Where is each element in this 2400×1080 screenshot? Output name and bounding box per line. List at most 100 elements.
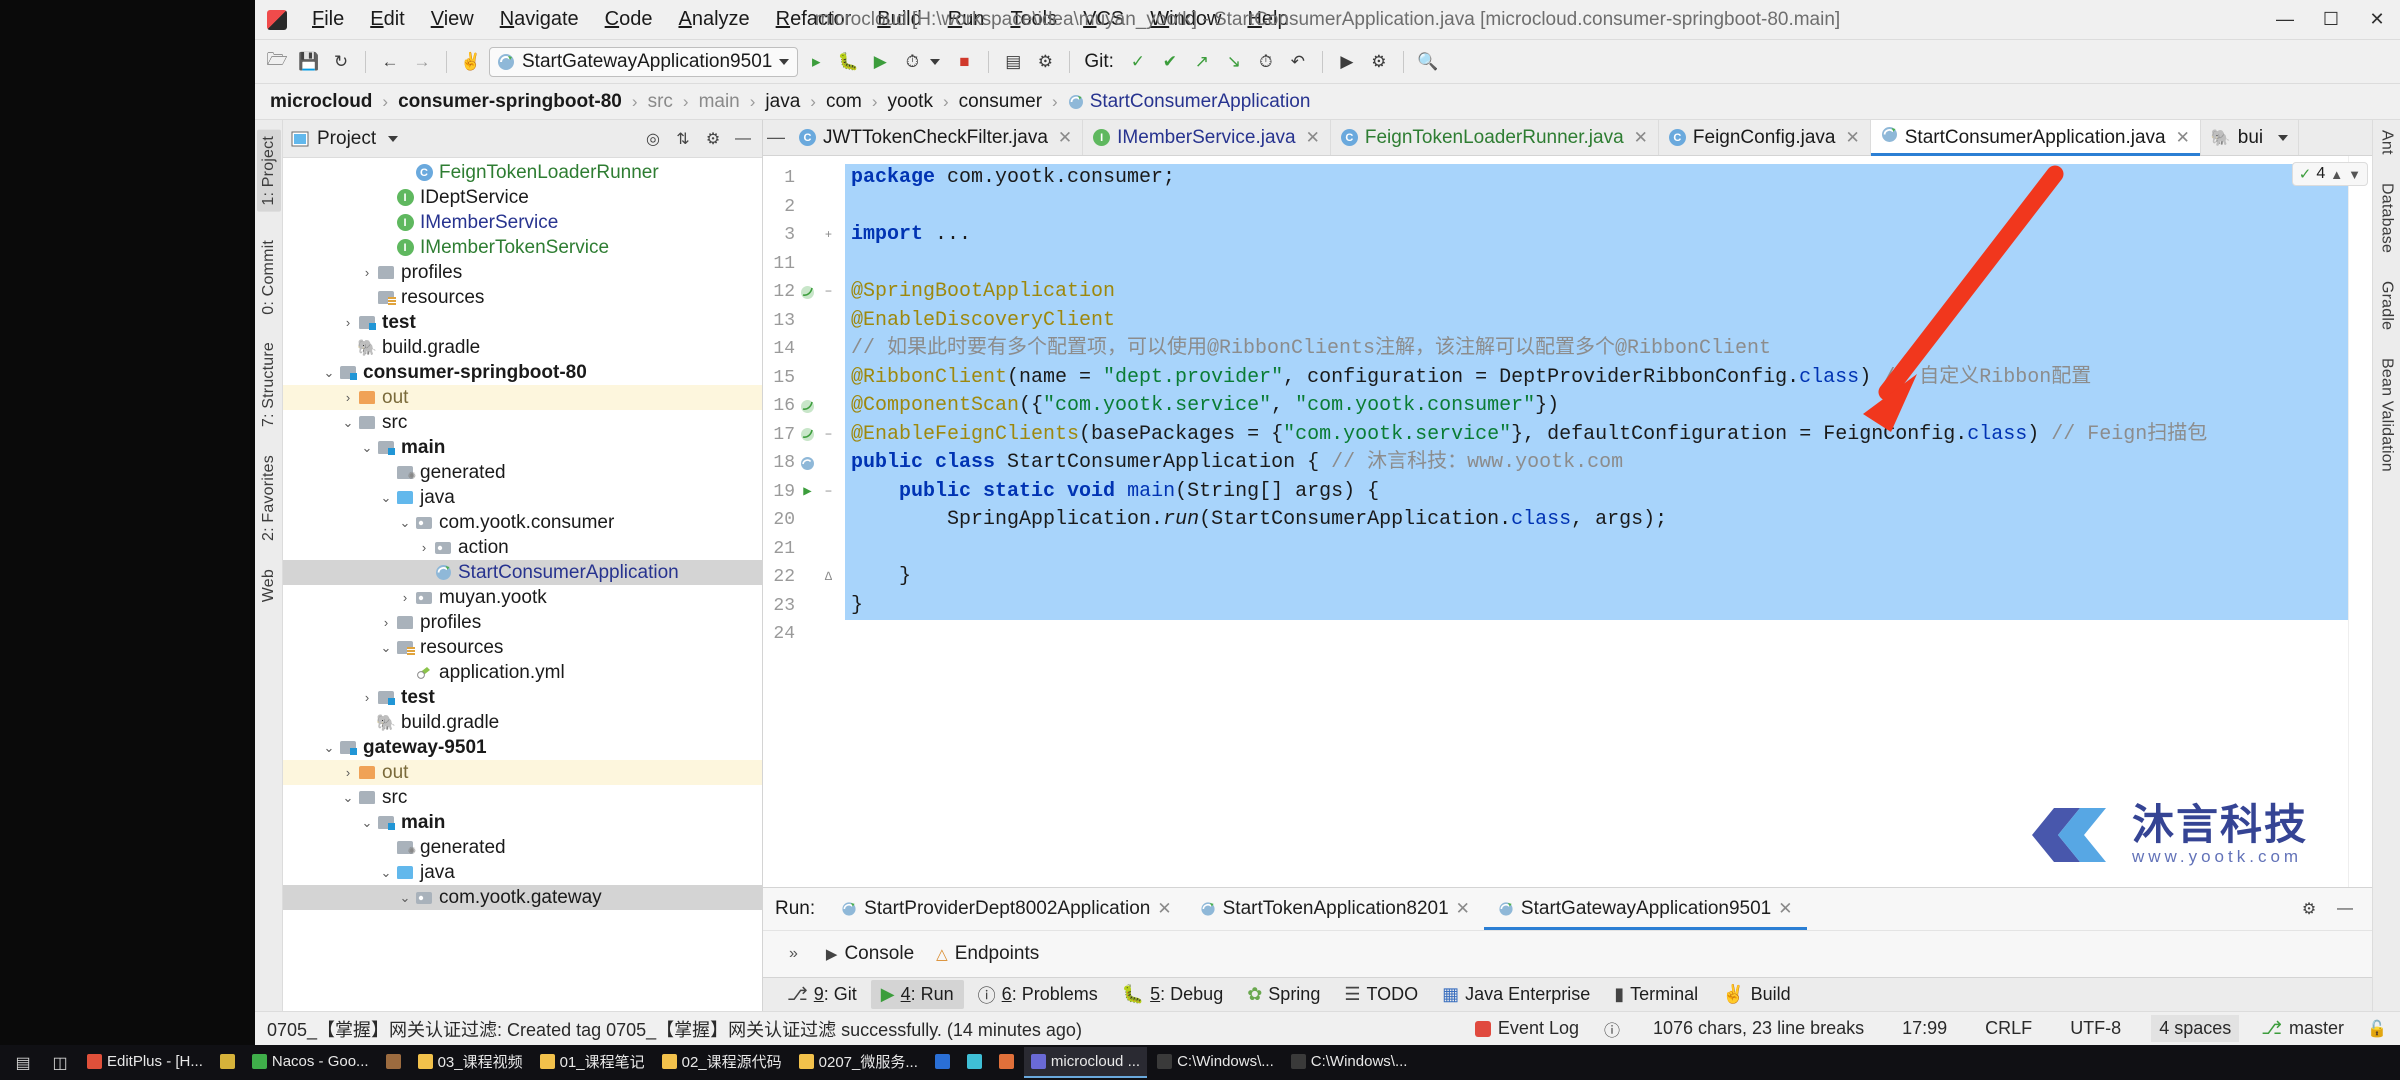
tool-window-todo[interactable]: ☰ TODO xyxy=(1334,980,1428,1009)
tool-window-9-git[interactable]: ⎇ 9: Git xyxy=(777,980,867,1009)
task-view-icon[interactable]: ◫ xyxy=(43,1053,77,1073)
code-line[interactable]: import ... xyxy=(845,221,2348,250)
tree-node[interactable]: resources xyxy=(283,285,762,310)
editor-tab-imemberservice-java[interactable]: I IMemberService.java ✕ xyxy=(1083,120,1331,155)
menu-item-tools[interactable]: Tools xyxy=(997,4,1070,35)
chevron-right-icon[interactable]: › xyxy=(340,765,356,780)
rollback-icon[interactable]: ↶ xyxy=(1284,48,1312,76)
gear-icon[interactable]: ⚙ xyxy=(702,128,724,150)
taskbar-item-0[interactable]: EditPlus - [H... xyxy=(80,1047,210,1078)
chevron-right-icon[interactable]: › xyxy=(378,615,394,630)
taskbar-item-5[interactable]: 01_课程笔记 xyxy=(533,1047,652,1078)
caret-position[interactable]: 17:99 xyxy=(1894,1015,1955,1042)
code-line[interactable]: } xyxy=(845,591,2348,620)
plugins-icon[interactable]: ⚙ xyxy=(1365,48,1393,76)
tool-window-5-debug[interactable]: 🐛 5: Debug xyxy=(1112,980,1233,1009)
close-tab-icon[interactable]: ✕ xyxy=(1306,128,1320,148)
taskbar-item-1[interactable] xyxy=(213,1047,242,1078)
editor-tab-startconsumerapplication-java[interactable]: StartConsumerApplication.java ✕ xyxy=(1870,120,2201,156)
close-button[interactable]: ✕ xyxy=(2354,0,2400,40)
chevron-right-icon[interactable]: › xyxy=(397,590,413,605)
tree-node[interactable]: C FeignTokenLoaderRunner xyxy=(283,160,762,185)
menu-item-analyze[interactable]: Analyze xyxy=(665,4,762,35)
gutter-line[interactable]: 16 xyxy=(763,392,845,421)
taskbar-item-13[interactable]: C:\Windows\... xyxy=(1284,1047,1415,1078)
tree-node[interactable]: › muyan.yootk xyxy=(283,585,762,610)
error-stripe[interactable]: ✓ 4 ▲ ▼ xyxy=(2291,156,2372,887)
open-folder-icon[interactable]: 🗁 xyxy=(263,48,291,76)
editor-tab-bui[interactable]: 🐘 bui xyxy=(2201,120,2300,155)
chevron-down-icon[interactable]: ⌄ xyxy=(321,365,337,381)
menu-item-build[interactable]: Build xyxy=(864,4,934,35)
minimize-button[interactable]: — xyxy=(2262,0,2308,40)
run-configuration-selector[interactable]: StartGatewayApplication9501 xyxy=(489,46,799,77)
locate-icon[interactable]: ◎ xyxy=(642,128,664,150)
build-hammer-icon[interactable]: ✌ xyxy=(457,48,485,76)
chevron-down-icon[interactable]: ⌄ xyxy=(378,640,394,656)
taskbar-item-9[interactable] xyxy=(960,1047,989,1078)
tree-node[interactable]: › profiles xyxy=(283,610,762,635)
gutter-line[interactable]: 3 + xyxy=(763,221,845,250)
chevron-down-icon[interactable] xyxy=(930,58,941,65)
gutter-marker[interactable]: ▶ xyxy=(799,483,816,500)
chevron-down-icon[interactable]: ⌄ xyxy=(397,890,413,906)
code-line[interactable]: package com.yootk.consumer; xyxy=(845,164,2348,193)
breadcrumb-item-6[interactable]: yootk xyxy=(883,89,938,115)
expand-run-toolbar-icon[interactable]: » xyxy=(789,945,798,963)
run-subtab-endpoints[interactable]: △ Endpoints xyxy=(936,943,1039,965)
run-with-coverage-icon[interactable]: ▶ xyxy=(866,48,894,76)
gutter-line[interactable]: 14 xyxy=(763,335,845,364)
start-button-icon[interactable]: ▤ xyxy=(6,1053,40,1073)
tree-node[interactable]: ⌄ main xyxy=(283,810,762,835)
gear-icon[interactable]: ⚙ xyxy=(2298,898,2320,920)
close-run-tab-icon[interactable]: ✕ xyxy=(1456,899,1470,919)
gutter-line[interactable]: 20 xyxy=(763,506,845,535)
gutter-line[interactable]: 19 ▶ − xyxy=(763,478,845,507)
tool-rail-1-project[interactable]: 1: Project xyxy=(256,130,281,212)
close-run-tab-icon[interactable]: ✕ xyxy=(1778,899,1792,919)
run-anything-icon[interactable]: ▶ xyxy=(1333,48,1361,76)
tree-node[interactable]: ⌄ java xyxy=(283,860,762,885)
hide-icon[interactable]: — xyxy=(732,128,754,150)
editor-gutter[interactable]: 1 2 3 +11 12−13 14 15 16 17−18 19 ▶ −20 21 22 ∆ 23 24 xyxy=(763,156,845,887)
hide-icon[interactable]: — xyxy=(2334,898,2356,920)
tool-window-terminal[interactable]: ▮ Terminal xyxy=(1604,980,1708,1009)
menu-item-navigate[interactable]: Navigate xyxy=(487,4,592,35)
tool-rail-gradle[interactable]: Gradle xyxy=(2378,281,2396,330)
chevron-down-icon[interactable]: ▼ xyxy=(2348,167,2361,182)
tree-node[interactable]: › test xyxy=(283,310,762,335)
chevron-down-icon[interactable]: ⌄ xyxy=(321,740,337,756)
chevron-down-icon[interactable]: ⌄ xyxy=(359,815,375,831)
breadcrumb-item-4[interactable]: java xyxy=(760,89,805,115)
collapse-all-icon[interactable]: ⇅ xyxy=(672,128,694,150)
update-project-icon[interactable]: ✓ xyxy=(1124,48,1152,76)
menu-item-view[interactable]: View xyxy=(418,4,487,35)
breadcrumb-item-1[interactable]: consumer-springboot-80 xyxy=(393,89,627,115)
tree-node[interactable]: ⌄ consumer-springboot-80 xyxy=(283,360,762,385)
code-line[interactable] xyxy=(845,620,2348,649)
code-line[interactable]: @RibbonClient(name = "dept.provider", co… xyxy=(845,363,2348,392)
menu-item-vcs[interactable]: VCS xyxy=(1070,4,1137,35)
update-icon[interactable]: ↘ xyxy=(1220,48,1248,76)
code-fold-handle[interactable]: − xyxy=(820,485,837,499)
run-tab-startproviderdept8002application[interactable]: StartProviderDept8002Application ✕ xyxy=(827,888,1185,930)
close-tab-icon[interactable]: ✕ xyxy=(1634,128,1648,148)
code-line[interactable]: SpringApplication.run(StartConsumerAppli… xyxy=(845,506,2348,535)
stop-icon[interactable]: ■ xyxy=(950,48,978,76)
editor-tab-jwttokencheckfilter-java[interactable]: C JWTTokenCheckFilter.java ✕ xyxy=(789,120,1084,155)
tree-node[interactable]: StartConsumerApplication xyxy=(283,560,762,585)
taskbar-item-2[interactable]: Nacos - Goo... xyxy=(245,1047,376,1078)
chevron-down-icon[interactable] xyxy=(2278,134,2289,141)
code-line[interactable]: @EnableDiscoveryClient xyxy=(845,306,2348,335)
code-line[interactable] xyxy=(845,192,2348,221)
chevron-right-icon[interactable]: › xyxy=(340,315,356,330)
taskbar-item-3[interactable] xyxy=(379,1047,408,1078)
tree-node[interactable]: application.yml xyxy=(283,660,762,685)
tool-rail-web[interactable]: Web xyxy=(260,569,278,602)
menu-item-run[interactable]: Run xyxy=(935,4,998,35)
tree-node[interactable]: ⌄ src xyxy=(283,785,762,810)
code-fold-handle[interactable]: + xyxy=(820,228,837,242)
taskbar-item-10[interactable] xyxy=(992,1047,1021,1078)
tree-node[interactable]: I IMemberTokenService xyxy=(283,235,762,260)
chevron-down-icon[interactable]: ⌄ xyxy=(359,440,375,456)
